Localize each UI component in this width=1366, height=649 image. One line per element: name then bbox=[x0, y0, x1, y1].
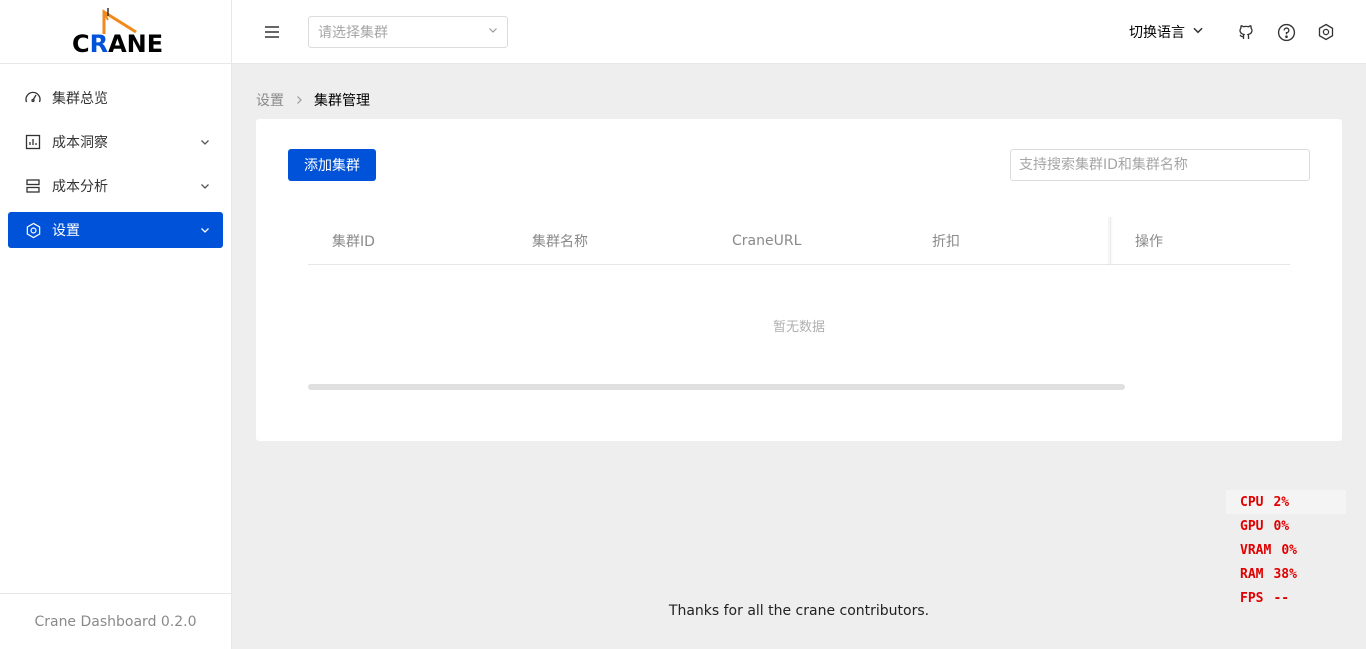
table-header: 集群ID 集群名称 CraneURL 折扣 操作 bbox=[308, 217, 1290, 265]
table-empty-state: 暂无数据 bbox=[772, 319, 825, 335]
cluster-management-card: 添加集群 集群ID 集群名称 CraneURL 折扣 操作 暂无数据 bbox=[256, 119, 1342, 441]
chevron-down-icon bbox=[199, 136, 211, 148]
chevron-down-icon bbox=[199, 224, 211, 236]
perf-row-fps: FPS -- bbox=[1226, 586, 1346, 610]
sidebar-menu: 集群总览 成本洞察 成本分析 设置 bbox=[0, 64, 231, 248]
chevron-down-icon bbox=[487, 24, 499, 40]
perf-value: -- bbox=[1273, 590, 1290, 606]
breadcrumb-parent[interactable]: 设置 bbox=[256, 90, 284, 110]
breadcrumb-current: 集群管理 bbox=[314, 93, 370, 109]
column-header-actions: 操作 bbox=[1110, 217, 1290, 265]
footer-text: Thanks for all the crane contributors. bbox=[668, 603, 930, 619]
perf-key: CPU bbox=[1240, 494, 1264, 510]
horizontal-scrollbar[interactable] bbox=[308, 384, 1125, 390]
chart-icon bbox=[24, 133, 42, 151]
column-header-cluster-id: 集群ID bbox=[332, 234, 375, 250]
column-header-discount: 折扣 bbox=[932, 234, 960, 250]
top-header: 请选择集群 切换语言 bbox=[232, 0, 1366, 64]
logo-text: CRANE bbox=[72, 30, 164, 58]
crane-logo[interactable]: CRANE bbox=[0, 0, 231, 64]
cluster-select[interactable]: 请选择集群 bbox=[308, 16, 508, 48]
language-label: 切换语言 bbox=[1129, 25, 1185, 41]
sidebar-item-cluster-overview[interactable]: 集群总览 bbox=[8, 80, 223, 116]
chevron-down-icon bbox=[199, 180, 211, 192]
version-label: Crane Dashboard 0.2.0 bbox=[0, 593, 231, 649]
perf-key: RAM bbox=[1240, 566, 1264, 582]
sidebar-item-label: 成本洞察 bbox=[52, 135, 108, 151]
perf-row-ram: RAM 38% bbox=[1226, 562, 1346, 586]
column-header-crane-url: CraneURL bbox=[732, 233, 802, 249]
breadcrumb: 设置 集群管理 bbox=[256, 90, 370, 110]
column-header-cluster-name: 集群名称 bbox=[532, 234, 588, 250]
perf-value: 38% bbox=[1273, 566, 1297, 582]
perf-row-cpu: CPU 2% bbox=[1226, 490, 1346, 514]
chevron-down-icon bbox=[1191, 23, 1205, 41]
add-cluster-button[interactable]: 添加集群 bbox=[288, 149, 376, 181]
github-icon[interactable] bbox=[1235, 21, 1257, 43]
perf-key: GPU bbox=[1240, 518, 1264, 534]
dashboard-icon bbox=[24, 89, 42, 107]
perf-key: VRAM bbox=[1240, 542, 1272, 558]
perf-value: 0% bbox=[1273, 518, 1290, 534]
perf-row-gpu: GPU 0% bbox=[1226, 514, 1346, 538]
perf-row-vram: VRAM 0% bbox=[1226, 538, 1346, 562]
sidebar-item-settings[interactable]: 设置 bbox=[8, 212, 223, 248]
help-icon[interactable] bbox=[1275, 21, 1297, 43]
performance-overlay: CPU 2% GPU 0% VRAM 0% RAM 38% FPS -- bbox=[1226, 490, 1346, 610]
sidebar-item-label: 成本分析 bbox=[52, 179, 108, 195]
language-switch[interactable]: 切换语言 bbox=[1129, 20, 1205, 44]
sidebar-item-label: 设置 bbox=[52, 223, 80, 239]
menu-toggle-icon[interactable] bbox=[262, 22, 282, 42]
settings-icon[interactable] bbox=[1315, 21, 1337, 43]
chevron-right-icon bbox=[294, 95, 304, 105]
cluster-table: 集群ID 集群名称 CraneURL 折扣 操作 暂无数据 bbox=[308, 217, 1290, 385]
layers-icon bbox=[24, 177, 42, 195]
sidebar: CRANE 集群总览 成本洞察 成本分析 设置 Crane Dashboard … bbox=[0, 0, 232, 649]
sidebar-item-cost-analysis[interactable]: 成本分析 bbox=[8, 168, 223, 204]
sidebar-item-label: 集群总览 bbox=[52, 91, 108, 107]
perf-value: 0% bbox=[1281, 542, 1297, 558]
search-input[interactable] bbox=[1010, 149, 1310, 181]
perf-key: FPS bbox=[1240, 590, 1264, 606]
gear-icon bbox=[24, 221, 42, 239]
sidebar-item-cost-insight[interactable]: 成本洞察 bbox=[8, 124, 223, 160]
perf-value: 2% bbox=[1273, 494, 1290, 510]
cluster-select-placeholder: 请选择集群 bbox=[318, 25, 388, 41]
